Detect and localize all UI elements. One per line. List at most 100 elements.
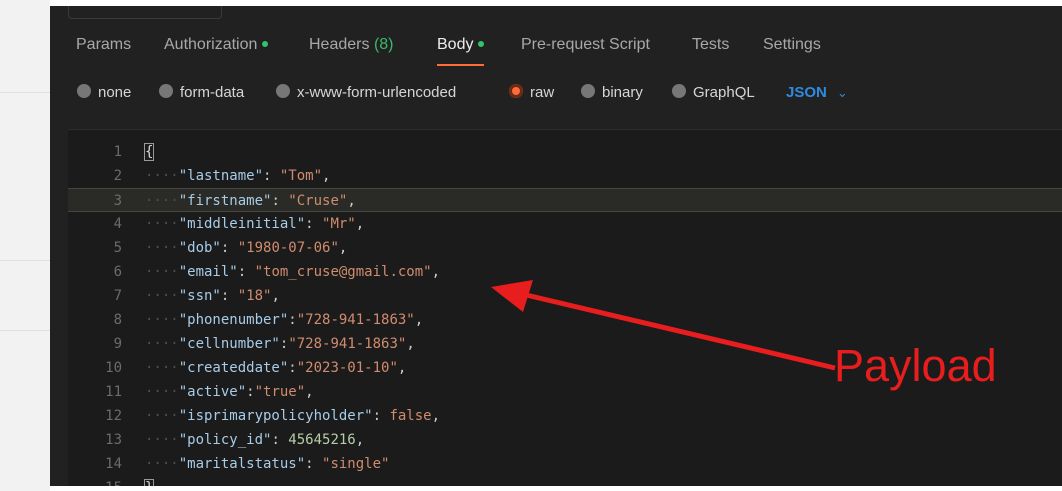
radio-x-www-form-urlencoded[interactable]: x-www-form-urlencoded (276, 78, 456, 108)
code-line: 6 ····"email": "tom_cruse@gmail.com", (68, 260, 1062, 284)
json-separator: : (372, 408, 390, 424)
json-separator: : (271, 193, 289, 209)
json-separator: : (288, 360, 297, 376)
line-number: 2 (113, 168, 122, 184)
code-content: ····"createddate":"2023-01-10", (145, 356, 406, 380)
radio-icon (581, 84, 595, 99)
json-value: "728-941-1863" (296, 312, 415, 328)
json-comma: , (406, 336, 415, 352)
code-line: 1{ (68, 140, 1062, 164)
code-line: 3 ····"firstname": "Cruse", (68, 188, 1062, 212)
json-key: "isprimarypolicyholder" (178, 408, 373, 424)
radio-binary[interactable]: binary (581, 78, 643, 108)
json-separator: : (263, 168, 280, 184)
json-comma: , (414, 312, 424, 328)
json-value: false (389, 408, 432, 424)
radio-none[interactable]: none (77, 78, 131, 108)
option-label: none (98, 84, 132, 101)
indent-guide: ···· (145, 216, 179, 232)
code-content: ····"maritalstatus": "single" (145, 452, 389, 476)
radio-raw[interactable]: raw (509, 78, 554, 108)
url-field-stub[interactable] (68, 6, 222, 19)
tab-pre-request-script[interactable]: Pre-request Script (521, 28, 650, 68)
json-comma: , (397, 360, 407, 376)
line-number: 5 (113, 240, 122, 256)
json-comma: , (347, 193, 356, 209)
language-dropdown[interactable]: JSON ⌄ (786, 78, 848, 108)
code-content: ····"cellnumber":"728-941-1863", (145, 332, 415, 356)
indent-guide: ···· (145, 360, 179, 376)
json-value: "true" (254, 384, 306, 400)
line-number: 6 (113, 264, 122, 280)
language-label: JSON (786, 84, 827, 101)
tab-label: Params (76, 36, 132, 53)
code-line: 7 ····"ssn": "18", (68, 284, 1062, 308)
tab-settings[interactable]: Settings (763, 28, 821, 68)
code-line: 14 ····"maritalstatus": "single" (68, 452, 1062, 476)
indent-guide: ···· (145, 168, 179, 184)
tab-tests[interactable]: Tests (692, 28, 729, 68)
code-content: ····"lastname": "Tom", (145, 164, 330, 188)
json-value: "tom_cruse@gmail.com" (254, 264, 432, 280)
indent-guide: ···· (145, 264, 179, 280)
line-number: 13 (105, 432, 122, 448)
json-comma: , (305, 384, 314, 400)
json-key: "dob" (178, 240, 221, 256)
json-comma: , (271, 288, 280, 304)
json-key: "email" (178, 264, 238, 280)
json-separator: : (220, 288, 238, 304)
tab-label: Body (437, 36, 474, 53)
chevron-down-icon: ⌄ (836, 85, 848, 100)
code-content: ····"isprimarypolicyholder": false, (145, 404, 440, 428)
code-content: ····"ssn": "18", (145, 284, 280, 308)
line-number: 7 (113, 288, 122, 304)
code-content: { (143, 140, 155, 164)
radio-selected-icon (509, 84, 523, 99)
line-number: 4 (113, 216, 122, 232)
json-key: "lastname" (178, 168, 264, 184)
url-bar-remnant (50, 6, 1062, 20)
json-comma: , (355, 432, 365, 448)
json-key: "createddate" (178, 360, 289, 376)
code-content: ····"policy_id": 45645216, (145, 428, 364, 452)
option-label: x-www-form-urlencoded (297, 84, 457, 101)
radio-graphql[interactable]: GraphQL (672, 78, 755, 108)
payload-annotation-label: Payload (834, 340, 997, 391)
code-line: 12 ····"isprimarypolicyholder": false, (68, 404, 1062, 428)
json-value: "single" (322, 456, 390, 472)
radio-icon (672, 84, 686, 99)
radio-icon (77, 84, 91, 99)
code-content: ····"dob": "1980-07-06", (145, 236, 347, 260)
code-line: 5 ····"dob": "1980-07-06", (68, 236, 1062, 260)
indent-guide: ···· (145, 193, 179, 209)
tab-authorization[interactable]: Authorization (164, 28, 269, 68)
tab-label: Tests (692, 36, 730, 53)
json-brace: } (143, 479, 155, 486)
line-number: 9 (113, 336, 122, 352)
json-key: "policy_id" (178, 432, 272, 448)
json-value: "728-941-1863" (288, 336, 407, 352)
json-separator: : (220, 240, 238, 256)
json-value: 45645216 (288, 432, 356, 448)
radio-form-data[interactable]: form-data (159, 78, 244, 108)
code-editor[interactable]: 1{2 ····"lastname": "Tom", 3 ····"firstname… (68, 129, 1062, 486)
tab-params[interactable]: Params (76, 28, 131, 68)
line-number: 8 (113, 312, 122, 328)
json-key: "cellnumber" (178, 336, 280, 352)
tab-headers[interactable]: Headers (8) (309, 28, 394, 68)
code-content: ····"middleinitial": "Mr", (145, 212, 364, 236)
line-number: 10 (105, 360, 122, 376)
tab-body[interactable]: Body (437, 28, 485, 68)
json-value: "18" (237, 288, 272, 304)
code-line: 2 ····"lastname": "Tom", (68, 164, 1062, 188)
line-number: 3 (113, 193, 122, 209)
json-comma: , (355, 216, 365, 232)
divider (0, 330, 50, 331)
radio-icon (159, 84, 173, 99)
json-comma: , (338, 240, 348, 256)
option-label: form-data (180, 84, 245, 101)
code-content: ····"email": "tom_cruse@gmail.com", (145, 260, 440, 284)
json-separator: : (237, 264, 255, 280)
divider (0, 260, 50, 261)
tab-label: Headers (309, 36, 370, 53)
